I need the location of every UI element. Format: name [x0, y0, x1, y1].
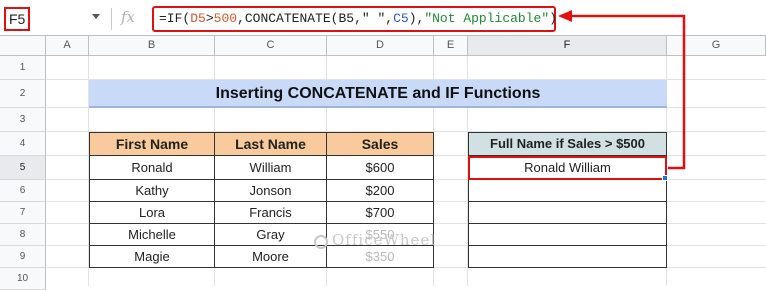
row-header-6[interactable]: 6 — [0, 180, 46, 202]
row-header-7[interactable]: 7 — [0, 202, 46, 224]
cell-sales[interactable]: $700 — [326, 201, 434, 224]
column-header-e[interactable]: E — [434, 36, 468, 56]
cell-full-name[interactable] — [468, 245, 667, 268]
column-header-c[interactable]: C — [215, 36, 327, 56]
formula-token: =IF( — [159, 11, 191, 26]
header-full-name[interactable]: Full Name if Sales > $500 — [468, 132, 667, 156]
select-all-corner[interactable] — [0, 36, 46, 56]
row-header-2[interactable]: 2 — [0, 80, 46, 108]
cell-sales[interactable]: $600 — [326, 155, 434, 180]
cell-last-name[interactable]: Francis — [214, 201, 327, 224]
formula-token: "Not Applicable" — [424, 11, 550, 26]
formula-bar-divider — [111, 8, 112, 30]
row-header-9[interactable]: 9 — [0, 246, 46, 268]
watermark-logo-icon — [314, 235, 328, 249]
row-header-8[interactable]: 8 — [0, 224, 46, 246]
column-header-d[interactable]: D — [327, 36, 434, 56]
formula-token: 500 — [213, 11, 238, 26]
cell-first-name[interactable]: Ronald — [89, 155, 215, 180]
column-header-f[interactable]: F — [468, 36, 667, 56]
formula-token: ,CONCATENATE( — [237, 11, 339, 26]
formula-token: ," ", — [354, 11, 394, 26]
cell-last-name[interactable]: William — [214, 155, 327, 180]
row-header-5[interactable]: 5 — [0, 156, 46, 180]
cell-first-name[interactable]: Kathy — [89, 179, 215, 202]
formula-token: C5 — [393, 11, 409, 26]
row-header-10[interactable]: 10 — [0, 268, 46, 290]
cell-full-name[interactable] — [468, 223, 667, 246]
cell-sales[interactable]: $200 — [326, 179, 434, 202]
cell-first-name[interactable]: Lora — [89, 201, 215, 224]
cell-last-name[interactable]: Gray — [214, 223, 327, 246]
cell-full-name[interactable] — [468, 179, 667, 202]
sheet-title[interactable]: Inserting CONCATENATE and IF Functions — [89, 80, 667, 108]
cell-last-name[interactable]: Jonson — [214, 179, 327, 202]
formula-token: D5 — [190, 11, 206, 26]
formula-token: B5 — [338, 11, 355, 26]
cell-first-name[interactable]: Magie — [89, 245, 215, 268]
cell-last-name[interactable]: Moore — [214, 245, 327, 268]
formula-bar: F5 fx =IF(D5>500,CONCATENATE(B5," ",C5),… — [0, 0, 766, 36]
formula-token: ), — [408, 11, 425, 26]
formula-token: > — [205, 11, 214, 26]
header-last-name[interactable]: Last Name — [214, 132, 327, 156]
name-box-dropdown-icon[interactable] — [92, 14, 100, 19]
name-box[interactable]: F5 — [4, 7, 30, 31]
row-header-3[interactable]: 3 — [0, 108, 46, 132]
cell-full-name[interactable] — [468, 201, 667, 224]
column-header-a[interactable]: A — [46, 36, 89, 56]
column-header-g[interactable]: G — [667, 36, 766, 56]
selected-cell-f5[interactable]: Ronald William — [468, 156, 667, 180]
header-sales[interactable]: Sales — [326, 132, 434, 156]
fill-handle[interactable] — [662, 175, 668, 181]
row-header-4[interactable]: 4 — [0, 132, 46, 156]
fx-icon: fx — [121, 8, 136, 26]
row-header-1[interactable]: 1 — [0, 56, 46, 80]
watermark: OfficeWheel — [332, 231, 437, 249]
column-header-b[interactable]: B — [89, 36, 215, 56]
formula-token: ) — [549, 11, 557, 26]
cell-first-name[interactable]: Michelle — [89, 223, 215, 246]
header-first-name[interactable]: First Name — [89, 132, 215, 156]
formula-input[interactable]: =IF(D5>500,CONCATENATE(B5," ",C5),"Not A… — [152, 6, 557, 32]
